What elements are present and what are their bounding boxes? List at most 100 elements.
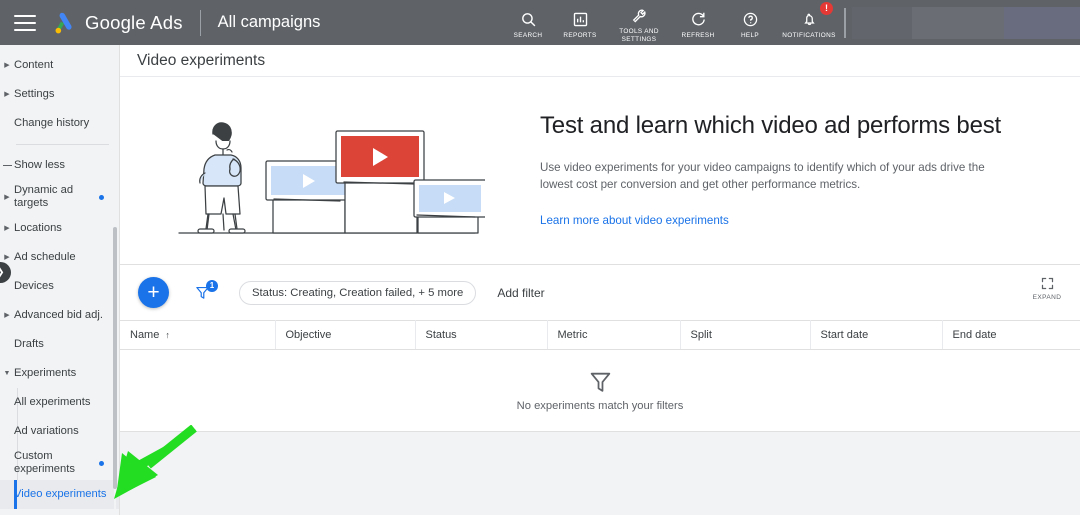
column-header-name[interactable]: Name ↑ (120, 320, 276, 350)
account-info-redacted (852, 7, 1080, 39)
sidebar-item-advanced-bid-adj[interactable]: ▶ Advanced bid adj. (0, 301, 119, 330)
expand-label: EXPAND (1032, 294, 1062, 301)
filter-count-badge: 1 (206, 279, 218, 292)
video-experiments-illustration (120, 86, 540, 256)
sort-ascending-icon: ↑ (165, 330, 170, 340)
hamburger-menu-icon[interactable] (14, 14, 36, 31)
reports-button[interactable]: REPORTS (554, 0, 606, 45)
top-app-bar: Google Ads All campaigns SEARCH REPORTS (0, 0, 1080, 45)
reports-label: REPORTS (563, 31, 597, 39)
google-ads-logo-icon (55, 12, 72, 33)
search-button[interactable]: SEARCH (502, 0, 554, 45)
redacted-block-2 (912, 7, 1004, 39)
expand-button[interactable]: EXPAND (1028, 276, 1066, 301)
sidebar-item-ad-variations[interactable]: Ad variations (0, 417, 119, 446)
sidebar-item-ad-schedule[interactable]: ▶ Ad schedule (0, 243, 119, 272)
experiments-table: Name ↑ Objective Status Metric Split Star… (120, 320, 1080, 350)
search-label: SEARCH (513, 31, 543, 39)
page-header: Video experiments (120, 45, 1080, 77)
sidebar-scrollbar[interactable] (113, 45, 117, 515)
empty-state-message: No experiments match your filters (516, 400, 684, 412)
sidebar-item-drafts[interactable]: Drafts (0, 330, 119, 359)
table-toolbar: + 1 Status: Creating, Creation failed, +… (120, 265, 1080, 320)
notifications-button[interactable]: ! NOTIFICATIONS (776, 0, 842, 45)
sidebar-item-label: Content (14, 59, 54, 71)
header-icon-group: SEARCH REPORTS TOOLS AND SETTINGS REFRES… (502, 0, 842, 45)
column-header-metric[interactable]: Metric (547, 320, 681, 350)
new-feature-dot (99, 194, 104, 200)
minus-icon (0, 164, 14, 167)
filter-button[interactable]: 1 (191, 279, 218, 304)
tools-settings-label: TOOLS AND SETTINGS (619, 28, 659, 43)
chevron-right-icon: ▶ (4, 254, 10, 261)
page-title: Video experiments (137, 51, 266, 69)
chevron-right-icon: ❯ (0, 267, 5, 278)
promo-description: Use video experiments for your video cam… (540, 161, 985, 191)
status-filter-chip[interactable]: Status: Creating, Creation failed, + 5 m… (239, 280, 477, 305)
header-divider (199, 9, 201, 36)
header-divider-right (844, 7, 846, 38)
help-button[interactable]: HELP (724, 0, 776, 45)
sidebar-item-custom-experiments[interactable]: Custom experiments (0, 446, 119, 480)
filter-funnel-icon (590, 372, 610, 392)
column-header-end-date[interactable]: End date (942, 320, 1080, 350)
column-header-status[interactable]: Status (415, 320, 548, 350)
refresh-label: REFRESH (681, 31, 715, 39)
sidebar-item-settings[interactable]: ▶ Settings (0, 80, 119, 109)
sidebar-item-label: Ad schedule (14, 251, 76, 263)
expand-fullscreen-icon (1041, 277, 1053, 290)
column-header-start-date[interactable]: Start date (810, 320, 943, 350)
sidebar-show-less-button[interactable]: Show less (0, 151, 119, 180)
chevron-right-icon: ▶ (4, 91, 10, 98)
notifications-icon (801, 10, 818, 30)
chevron-down-icon: ▼ (3, 370, 11, 377)
sidebar-item-label: Devices (14, 280, 54, 292)
sidebar-item-label: Dynamic ad targets (14, 184, 74, 209)
sidebar-item-label: Locations (14, 222, 62, 234)
sidebar-item-content[interactable]: ▶ Content (0, 51, 119, 80)
sidebar-item-video-experiments[interactable]: Video experiments (0, 480, 119, 509)
add-experiment-button[interactable]: + (138, 277, 169, 308)
refresh-button[interactable]: REFRESH (672, 0, 724, 45)
add-filter-button[interactable]: Add filter (497, 286, 544, 300)
tools-settings-icon (631, 6, 648, 26)
help-icon (742, 10, 759, 30)
column-header-objective[interactable]: Objective (275, 320, 416, 350)
chevron-right-icon: ▶ (4, 193, 10, 201)
sidebar-item-label: Drafts (14, 338, 44, 350)
column-header-split[interactable]: Split (680, 320, 811, 350)
sidebar-item-all-experiments[interactable]: All experiments (0, 388, 119, 417)
empty-state: No experiments match your filters (120, 350, 1080, 432)
sidebar-item-label: All experiments (14, 396, 91, 408)
learn-more-link[interactable]: Learn more about video experiments (540, 214, 729, 227)
redacted-block-3 (1004, 7, 1080, 39)
sidebar-item-locations[interactable]: ▶ Locations (0, 214, 119, 243)
notifications-label: NOTIFICATIONS (782, 31, 836, 39)
new-feature-dot (99, 460, 104, 466)
chevron-right-icon: ▶ (4, 62, 10, 69)
sidebar-item-label: Ad variations (14, 425, 79, 437)
sidebar-item-label: Experiments (14, 367, 77, 379)
help-label: HELP (740, 31, 760, 39)
promo-banner: Test and learn which video ad performs b… (120, 77, 1080, 265)
promo-text-block: Test and learn which video ad performs b… (540, 112, 1080, 229)
sidebar-item-experiments[interactable]: ▼ Experiments (0, 359, 119, 388)
sidebar-item-devices[interactable]: Devices (0, 272, 119, 301)
column-label: Name (130, 329, 160, 341)
left-navigation-sidebar: ▶ Content ▶ Settings Change history Show… (0, 45, 120, 515)
tools-settings-button[interactable]: TOOLS AND SETTINGS (606, 0, 672, 45)
main-content-area: Video experiments Test and learn which v… (120, 45, 1080, 515)
sidebar-item-change-history[interactable]: Change history (0, 109, 119, 138)
redacted-block-1 (852, 7, 912, 39)
sidebar-item-label: Custom experiments (14, 450, 75, 475)
sidebar-item-dynamic-ad-targets[interactable]: ▶ Dynamic ad targets (0, 180, 119, 214)
table-header-row: Name ↑ Objective Status Metric Split Star… (120, 320, 1080, 350)
chevron-right-icon: ▶ (4, 312, 10, 319)
scrollbar-thumb[interactable] (113, 227, 117, 489)
account-name[interactable]: All campaigns (218, 13, 321, 32)
brand-title: Google Ads (85, 11, 183, 33)
sidebar-item-label: Settings (14, 88, 55, 100)
sidebar-divider (16, 144, 109, 145)
sidebar-item-label: Show less (14, 159, 65, 171)
notification-badge: ! (820, 2, 833, 15)
